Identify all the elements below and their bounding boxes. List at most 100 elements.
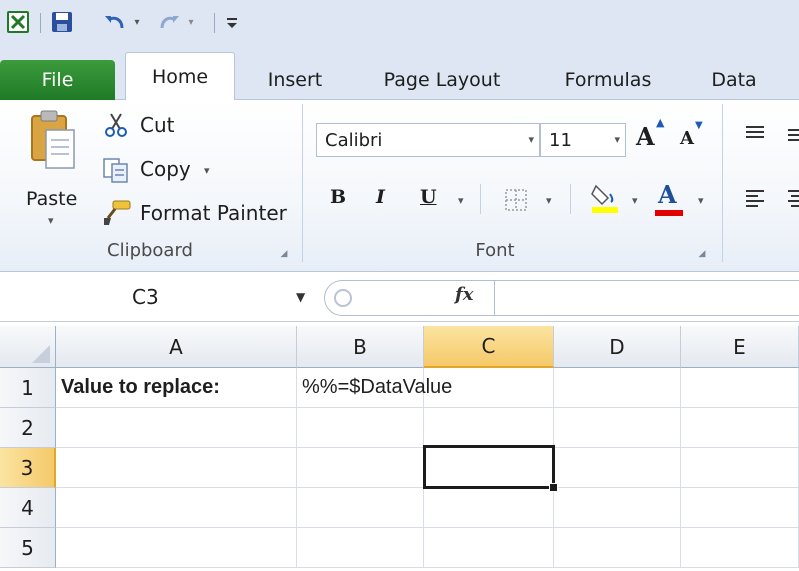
cell-e3[interactable] <box>681 448 799 488</box>
cell-e5[interactable] <box>681 528 799 568</box>
cut-icon[interactable] <box>104 112 128 138</box>
name-box-dropdown-icon[interactable]: ▼ <box>296 290 305 304</box>
tab-insert-label: Insert <box>267 69 323 91</box>
bold-button[interactable]: B <box>330 186 346 208</box>
align-top-icon[interactable] <box>744 124 766 144</box>
fill-color-icon[interactable] <box>590 180 620 214</box>
font-size-combo[interactable]: 11 ▾ <box>540 123 626 157</box>
tab-file[interactable]: File <box>0 60 115 100</box>
font-color-button[interactable]: A <box>658 180 677 209</box>
tab-file-label: File <box>41 69 74 91</box>
cell-d1[interactable] <box>554 368 681 408</box>
grow-font-button[interactable]: A <box>636 122 655 151</box>
name-box[interactable]: C3 <box>0 280 318 314</box>
column-header-b[interactable]: B <box>297 326 424 368</box>
row-header-5[interactable]: 5 <box>0 528 56 568</box>
shrink-font-arrow-icon: ▼ <box>695 120 703 131</box>
cell-a1[interactable]: Value to replace: <box>56 368 297 408</box>
worksheet-grid: A B C D E 1 2 3 4 5 Value to replace: %%… <box>0 326 799 571</box>
cell-a3[interactable] <box>56 448 297 488</box>
cell-b4[interactable] <box>297 488 424 528</box>
cell-b2[interactable] <box>297 408 424 448</box>
active-cell-selection[interactable] <box>423 445 555 489</box>
tab-page-layout-label: Page Layout <box>383 69 501 91</box>
align-center-icon[interactable] <box>786 188 799 210</box>
align-middle-icon[interactable] <box>786 124 799 144</box>
tab-insert[interactable]: Insert <box>255 60 335 100</box>
fill-handle[interactable] <box>549 483 558 492</box>
font-separator <box>570 184 571 214</box>
qat-separator <box>214 13 215 33</box>
row-header-3[interactable]: 3 <box>0 448 56 488</box>
redo-icon[interactable] <box>156 10 182 34</box>
column-header-e[interactable]: E <box>681 326 799 368</box>
cell-b3[interactable] <box>297 448 424 488</box>
cell-e2[interactable] <box>681 408 799 448</box>
group-separator <box>302 104 303 262</box>
cell-e4[interactable] <box>681 488 799 528</box>
copy-button[interactable]: Copy <box>140 157 191 181</box>
cell-a5[interactable] <box>56 528 297 568</box>
format-painter-button[interactable]: Format Painter <box>140 201 287 225</box>
font-color-dropdown-icon[interactable]: ▾ <box>698 194 704 207</box>
grow-font-arrow-icon: ▲ <box>656 116 665 129</box>
cell-a2[interactable] <box>56 408 297 448</box>
cut-button[interactable]: Cut <box>140 113 174 137</box>
font-name-combo[interactable]: Calibri ▾ <box>316 123 540 157</box>
cell-e1[interactable] <box>681 368 799 408</box>
cell-c4[interactable] <box>424 488 554 528</box>
tab-page-layout[interactable]: Page Layout <box>368 60 516 100</box>
save-icon[interactable] <box>50 10 74 34</box>
insert-function-button[interactable]: fx <box>455 284 473 305</box>
cell-c1[interactable] <box>424 368 554 408</box>
font-size-dropdown-icon[interactable]: ▾ <box>614 133 620 146</box>
customize-toolbar-icon[interactable] <box>224 12 240 32</box>
cell-a4[interactable] <box>56 488 297 528</box>
font-group-label: Font <box>475 240 515 261</box>
clipboard-launcher-icon[interactable]: ◢ <box>278 248 290 260</box>
cell-c5[interactable] <box>424 528 554 568</box>
copy-icon[interactable] <box>102 157 130 183</box>
redo-dropdown-icon[interactable]: ▾ <box>185 14 197 30</box>
tab-home[interactable]: Home <box>125 52 235 101</box>
column-header-d[interactable]: D <box>554 326 681 368</box>
row-header-1[interactable]: 1 <box>0 368 56 408</box>
borders-icon[interactable] <box>504 188 528 212</box>
paste-label: Paste <box>26 188 78 210</box>
row-header-2[interactable]: 2 <box>0 408 56 448</box>
format-painter-icon[interactable] <box>102 198 132 226</box>
fill-color-swatch <box>592 207 618 213</box>
copy-dropdown-icon[interactable]: ▾ <box>204 164 210 177</box>
paste-dropdown-icon[interactable]: ▾ <box>48 214 54 227</box>
name-box-value: C3 <box>132 285 159 309</box>
select-all-button[interactable] <box>0 326 56 368</box>
underline-dropdown-icon[interactable]: ▾ <box>458 194 464 207</box>
borders-dropdown-icon[interactable]: ▾ <box>546 194 552 207</box>
cell-d4[interactable] <box>554 488 681 528</box>
undo-dropdown-icon[interactable]: ▾ <box>131 14 143 30</box>
underline-button[interactable]: U <box>420 186 437 208</box>
undo-icon[interactable] <box>102 10 128 34</box>
font-launcher-icon[interactable]: ◢ <box>696 248 708 260</box>
cell-d3[interactable] <box>554 448 681 488</box>
cell-b1[interactable]: %%=$DataValue <box>297 368 452 408</box>
qat-separator <box>40 13 41 33</box>
font-name-dropdown-icon[interactable]: ▾ <box>528 133 534 146</box>
cell-b5[interactable] <box>297 528 424 568</box>
row-header-4[interactable]: 4 <box>0 488 56 528</box>
tab-formulas[interactable]: Formulas <box>550 60 666 100</box>
paste-button[interactable]: Paste ▾ <box>18 108 88 228</box>
fill-color-dropdown-icon[interactable]: ▾ <box>632 194 638 207</box>
excel-icon[interactable] <box>6 10 30 34</box>
formula-input[interactable] <box>494 280 799 316</box>
cell-c2[interactable] <box>424 408 554 448</box>
italic-button[interactable]: I <box>376 186 385 208</box>
align-left-icon[interactable] <box>744 188 766 210</box>
tab-data[interactable]: Data <box>700 60 768 100</box>
column-header-c[interactable]: C <box>424 326 554 368</box>
cancel-formula-icon[interactable] <box>334 289 352 307</box>
cell-d5[interactable] <box>554 528 681 568</box>
column-header-a[interactable]: A <box>56 326 297 368</box>
shrink-font-button[interactable]: A <box>680 128 694 149</box>
cell-d2[interactable] <box>554 408 681 448</box>
